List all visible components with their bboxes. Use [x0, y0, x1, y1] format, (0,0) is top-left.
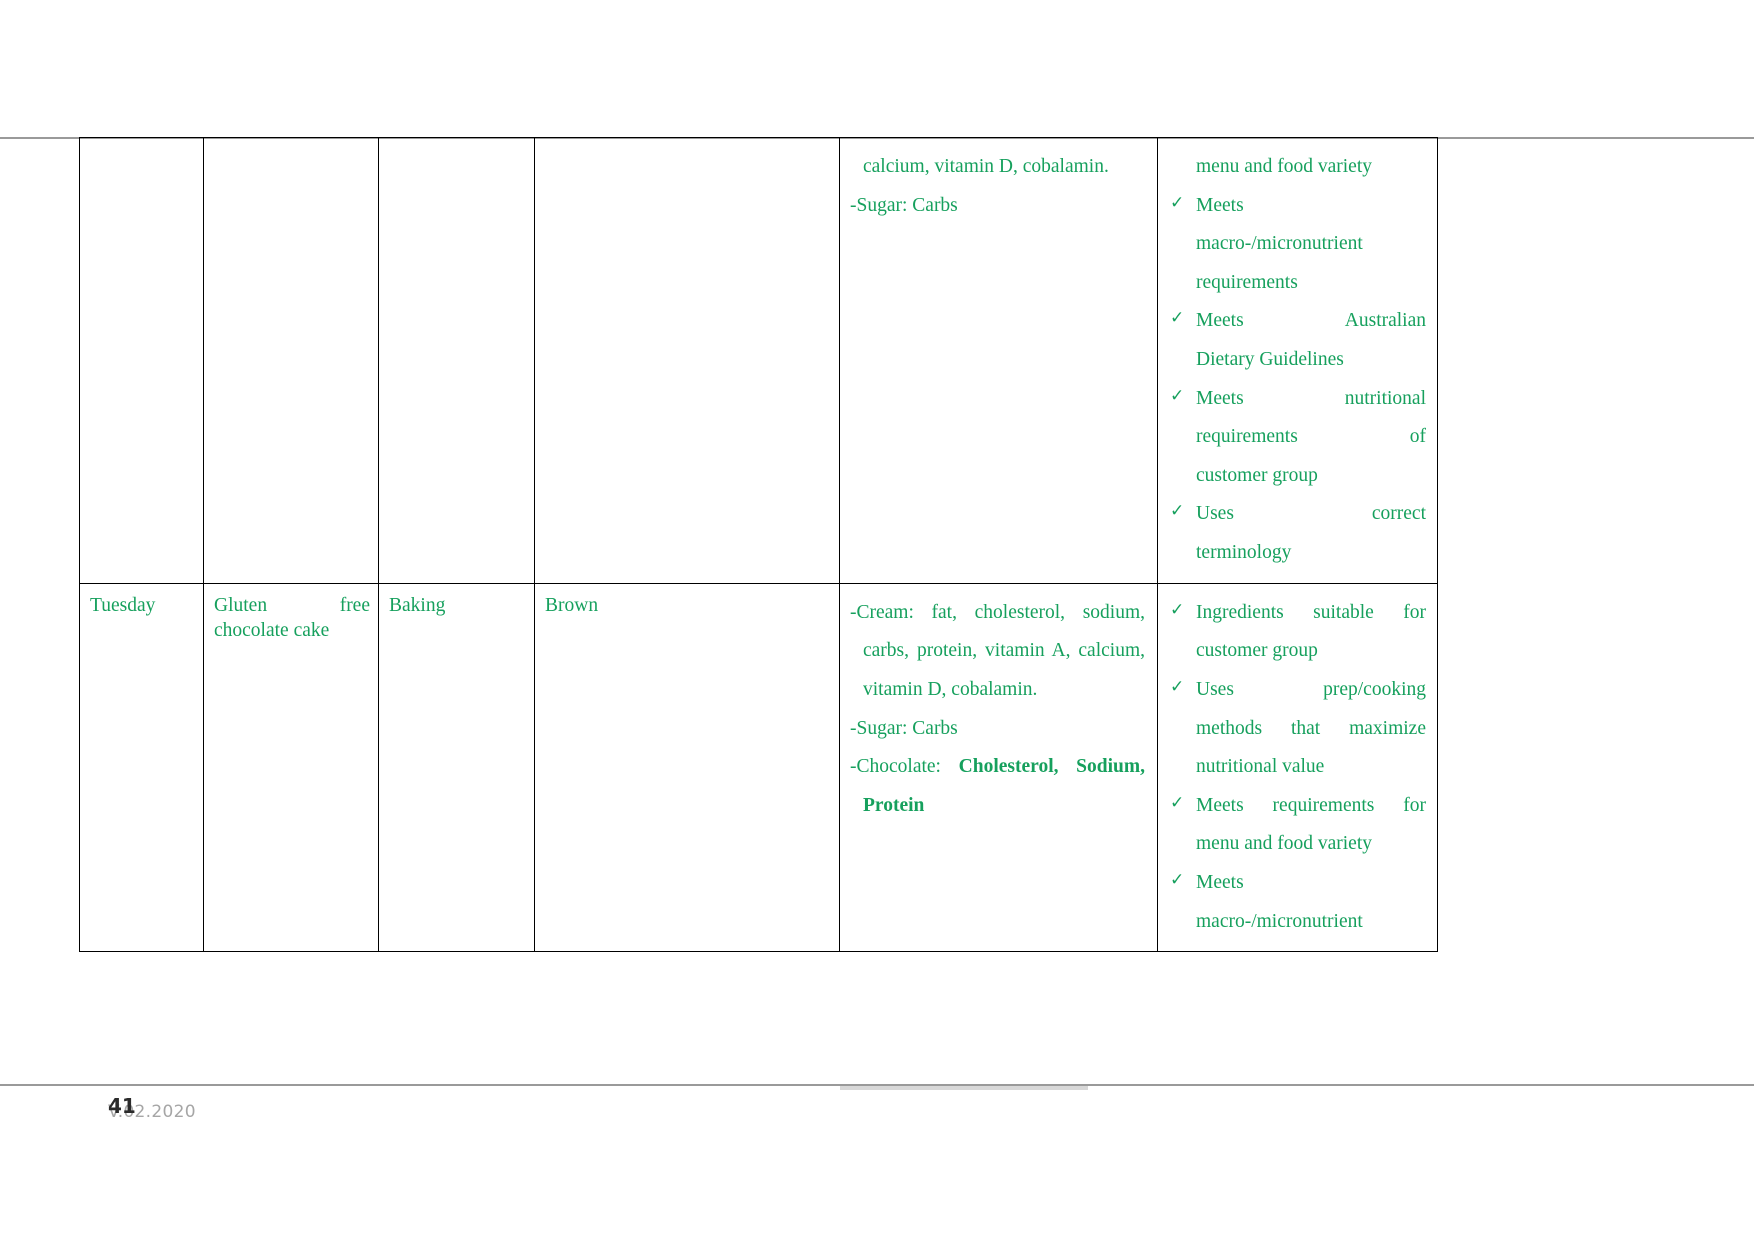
check-icon: ✓ — [1170, 792, 1185, 813]
nutrition-block: -Cream: fat, cholesterol, sodium, carbs,… — [840, 584, 1157, 836]
checklist-item-line: Dietary Guidelines — [1196, 349, 1344, 371]
checklist-item: ✓ Meets nutritional — [1170, 380, 1426, 419]
check-icon: ✓ — [1170, 308, 1185, 329]
checklist-item-line: menu and food variety — [1196, 833, 1372, 855]
document-page: calcium, vitamin D, cobalamin. -Sugar: C… — [0, 0, 1754, 1241]
checklist-item-line: customer group — [1196, 464, 1318, 486]
checklist-item-line: requirements of — [1196, 426, 1426, 448]
cell-cooking-method: Baking — [378, 582, 535, 953]
nutrition-item: -Sugar: Carbs — [850, 710, 1145, 749]
cell-day: Tuesday — [79, 582, 204, 953]
nutrition-item-lead: -Chocolate: — [850, 756, 941, 778]
check-icon: ✓ — [1170, 599, 1185, 620]
checklist-item: ✓ Meets — [1170, 864, 1426, 903]
nutrition-item-lead: -Cream: — [850, 601, 914, 623]
colour-value — [535, 138, 839, 158]
checklist-item: ✓ Ingredients suitable for — [1170, 594, 1426, 633]
checklist-item-label: Meets nutritional — [1196, 387, 1426, 409]
cell-colour: Brown — [534, 582, 840, 953]
checklist-item: ✓ Meets — [1170, 187, 1426, 226]
day-value — [80, 138, 203, 158]
checklist-item: ✓ Meets Australian — [1170, 302, 1426, 341]
check-icon: ✓ — [1170, 501, 1185, 522]
dish-value: Gluten free chocolate cake — [214, 594, 370, 641]
checklist-item-label: Uses correct — [1196, 503, 1426, 525]
method-value — [379, 138, 534, 158]
checklist-item-line: customer group — [1196, 640, 1318, 662]
cell-nutrition: calcium, vitamin D, cobalamin. -Sugar: C… — [839, 137, 1158, 584]
cell-dish: Gluten free chocolate cake — [203, 582, 379, 953]
check-icon: ✓ — [1170, 869, 1185, 890]
footer-rule-shade — [840, 1086, 1088, 1090]
checklist-item-label: Meets — [1196, 871, 1244, 893]
checklist-item: ✓ Uses prep/cooking — [1170, 671, 1426, 710]
checklist-item-line: macro-/micronutrient — [1196, 233, 1363, 255]
cell-checklist: menu and food variety ✓ Meets macro-/mic… — [1157, 137, 1438, 584]
check-icon: ✓ — [1170, 676, 1185, 697]
page-footer: V.02.2020 41 — [108, 1094, 508, 1134]
nutrition-line: calcium, vitamin D, cobalamin. — [863, 156, 1109, 177]
checklist-item-label: Meets requirements for — [1196, 794, 1426, 816]
cell-nutrition: -Cream: fat, cholesterol, sodium, carbs,… — [839, 582, 1158, 953]
check-icon: ✓ — [1170, 385, 1185, 406]
checklist-item-line: methods that maximize — [1196, 717, 1426, 739]
checklist-continuation-line: menu and food variety — [1196, 156, 1372, 177]
cell-dish — [203, 137, 379, 584]
checklist-item: ✓ Uses correct — [1170, 495, 1426, 534]
colour-value: Brown — [545, 594, 599, 616]
table-row: calcium, vitamin D, cobalamin. -Sugar: C… — [79, 137, 1438, 584]
checklist-item-label: Meets — [1196, 194, 1244, 216]
checklist-block: ✓ Ingredients suitable for customer grou… — [1158, 584, 1437, 951]
method-value: Baking — [389, 594, 446, 616]
nutrition-line: -Sugar: Carbs — [850, 194, 958, 216]
menu-nutrition-table: calcium, vitamin D, cobalamin. -Sugar: C… — [79, 137, 1438, 953]
checklist-block: menu and food variety ✓ Meets macro-/mic… — [1158, 138, 1437, 583]
nutrition-item: -Chocolate: Cholesterol, Sodium, Protein — [850, 748, 1145, 825]
checklist-item: ✓ Meets requirements for — [1170, 787, 1426, 826]
cell-checklist: ✓ Ingredients suitable for customer grou… — [1157, 582, 1438, 953]
nutrition-item-lead: -Sugar: — [850, 717, 908, 739]
checklist-item-line: requirements — [1196, 271, 1298, 293]
page-number: 41 — [108, 1094, 136, 1118]
nutrition-item-text — [941, 756, 959, 777]
nutrition-continued-block: calcium, vitamin D, cobalamin. -Sugar: C… — [840, 138, 1157, 235]
dish-value — [204, 138, 378, 158]
check-icon: ✓ — [1170, 192, 1185, 213]
checklist-item-line: nutritional value — [1196, 756, 1325, 778]
cell-colour — [534, 137, 840, 584]
table-row: Tuesday Gluten free chocolate cake Bakin… — [79, 582, 1438, 953]
cell-cooking-method — [378, 137, 535, 584]
checklist-item-line: terminology — [1196, 542, 1292, 564]
checklist-item-label: Uses prep/cooking — [1196, 678, 1426, 700]
day-value: Tuesday — [90, 594, 156, 616]
checklist-item-label: Meets Australian — [1196, 310, 1426, 332]
nutrition-item: -Cream: fat, cholesterol, sodium, carbs,… — [850, 594, 1145, 710]
cell-day — [79, 137, 204, 584]
nutrition-item-text: Carbs — [907, 717, 958, 739]
checklist-item-line: macro-/micronutrient — [1196, 910, 1363, 932]
checklist-item-label: Ingredients suitable for — [1196, 601, 1426, 623]
